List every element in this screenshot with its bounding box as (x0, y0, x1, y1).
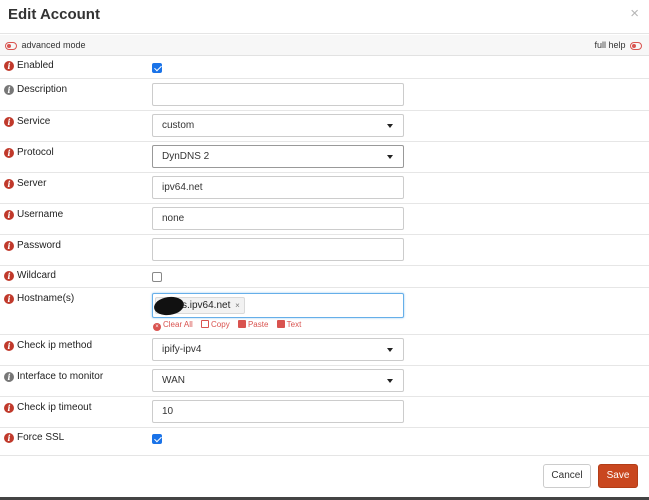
interface-label: Interface to monitor (17, 371, 104, 382)
server-label: Server (17, 178, 47, 189)
interface-select[interactable]: WAN (152, 369, 404, 392)
info-icon[interactable]: i (4, 403, 14, 413)
row-wildcard: i Wildcard (0, 266, 649, 288)
info-icon[interactable]: i (4, 148, 14, 158)
protocol-select[interactable]: DynDNS 2 (152, 145, 404, 168)
info-icon[interactable]: i (4, 271, 14, 281)
hostnames-tag-input[interactable]: s.ipv64.net × (152, 293, 404, 318)
protocol-label: Protocol (17, 147, 54, 158)
paste-icon (237, 320, 246, 328)
description-input[interactable] (152, 83, 404, 106)
cancel-button[interactable]: Cancel (543, 464, 591, 488)
hostname-tag-text: s.ipv64.net (182, 300, 231, 311)
force-ssl-label: Force SSL (17, 432, 65, 443)
tag-remove-icon[interactable]: × (235, 301, 240, 310)
service-label: Service (17, 116, 51, 127)
row-password: i Password (0, 235, 649, 266)
info-icon[interactable]: i (4, 210, 14, 220)
text-button[interactable]: Text (276, 320, 301, 329)
paste-button[interactable]: Paste (237, 320, 268, 329)
copy-icon (201, 320, 210, 328)
copy-button[interactable]: Copy (201, 320, 230, 329)
caret-down-icon (387, 379, 393, 383)
password-input[interactable] (152, 238, 404, 261)
info-icon[interactable]: i (4, 61, 14, 71)
info-icon[interactable]: i (4, 179, 14, 189)
protocol-value: DynDNS 2 (162, 151, 210, 162)
info-icon[interactable]: i (4, 241, 14, 251)
check-ip-timeout-input[interactable]: 10 (152, 400, 404, 423)
modal-title: Edit Account (8, 6, 100, 23)
info-icon[interactable]: i (4, 85, 14, 95)
password-label: Password (17, 240, 61, 251)
check-ip-method-select[interactable]: ipify-ipv4 (152, 338, 404, 361)
modal-header: Edit Account × (0, 0, 649, 34)
service-value: custom (162, 120, 195, 131)
check-ip-timeout-label: Check ip timeout (17, 402, 92, 413)
row-username: i Username none (0, 204, 649, 235)
enabled-label: Enabled (17, 60, 54, 71)
advanced-mode-label: advanced mode (21, 40, 86, 50)
tag-actions: × Clear All Copy Paste Text (153, 320, 307, 331)
info-icon[interactable]: i (4, 433, 14, 443)
interface-value: WAN (162, 375, 185, 386)
server-input[interactable]: ipv64.net (152, 176, 404, 199)
info-icon[interactable]: i (4, 117, 14, 127)
username-input[interactable]: none (152, 207, 404, 230)
check-ip-method-label: Check ip method (17, 340, 93, 351)
username-label: Username (17, 209, 64, 220)
row-force-ssl: i Force SSL (0, 428, 649, 450)
advanced-mode-toggle[interactable]: advanced mode (5, 40, 86, 50)
hostnames-label: Hostname(s) (17, 293, 75, 304)
info-icon[interactable]: i (4, 372, 14, 382)
save-button[interactable]: Save (598, 464, 638, 488)
check-ip-method-value: ipify-ipv4 (162, 344, 202, 355)
row-service: i Service custom (0, 111, 649, 142)
wildcard-label: Wildcard (17, 270, 56, 281)
row-enabled: i Enabled (0, 57, 649, 79)
mode-bar: advanced mode full help (0, 35, 649, 56)
hostname-tag: s.ipv64.net × (152, 295, 245, 317)
force-ssl-checkbox[interactable] (152, 434, 162, 444)
toggle-off-icon (630, 41, 642, 50)
info-icon[interactable]: i (4, 341, 14, 351)
row-interface: i Interface to monitor WAN (0, 366, 649, 397)
file-text-icon (276, 320, 285, 328)
clear-all-button[interactable]: × Clear All (153, 320, 193, 331)
caret-down-icon (387, 348, 393, 352)
modal-footer: Cancel Save (0, 455, 649, 500)
toggle-off-icon (5, 41, 17, 50)
caret-down-icon (387, 155, 393, 159)
row-check-ip-method: i Check ip method ipify-ipv4 (0, 335, 649, 366)
service-select[interactable]: custom (152, 114, 404, 137)
description-label: Description (17, 84, 68, 95)
info-icon[interactable]: i (4, 294, 14, 304)
caret-down-icon (387, 124, 393, 128)
full-help-toggle[interactable]: full help (594, 40, 642, 50)
wildcard-checkbox[interactable] (152, 272, 162, 282)
full-help-label: full help (594, 40, 626, 50)
row-description: i Description (0, 79, 649, 111)
close-icon[interactable]: × (630, 5, 639, 22)
clear-icon: × (153, 323, 161, 331)
row-check-ip-timeout: i Check ip timeout 10 (0, 397, 649, 428)
row-protocol: i Protocol DynDNS 2 (0, 142, 649, 173)
enabled-checkbox[interactable] (152, 63, 162, 73)
row-server: i Server ipv64.net (0, 173, 649, 204)
